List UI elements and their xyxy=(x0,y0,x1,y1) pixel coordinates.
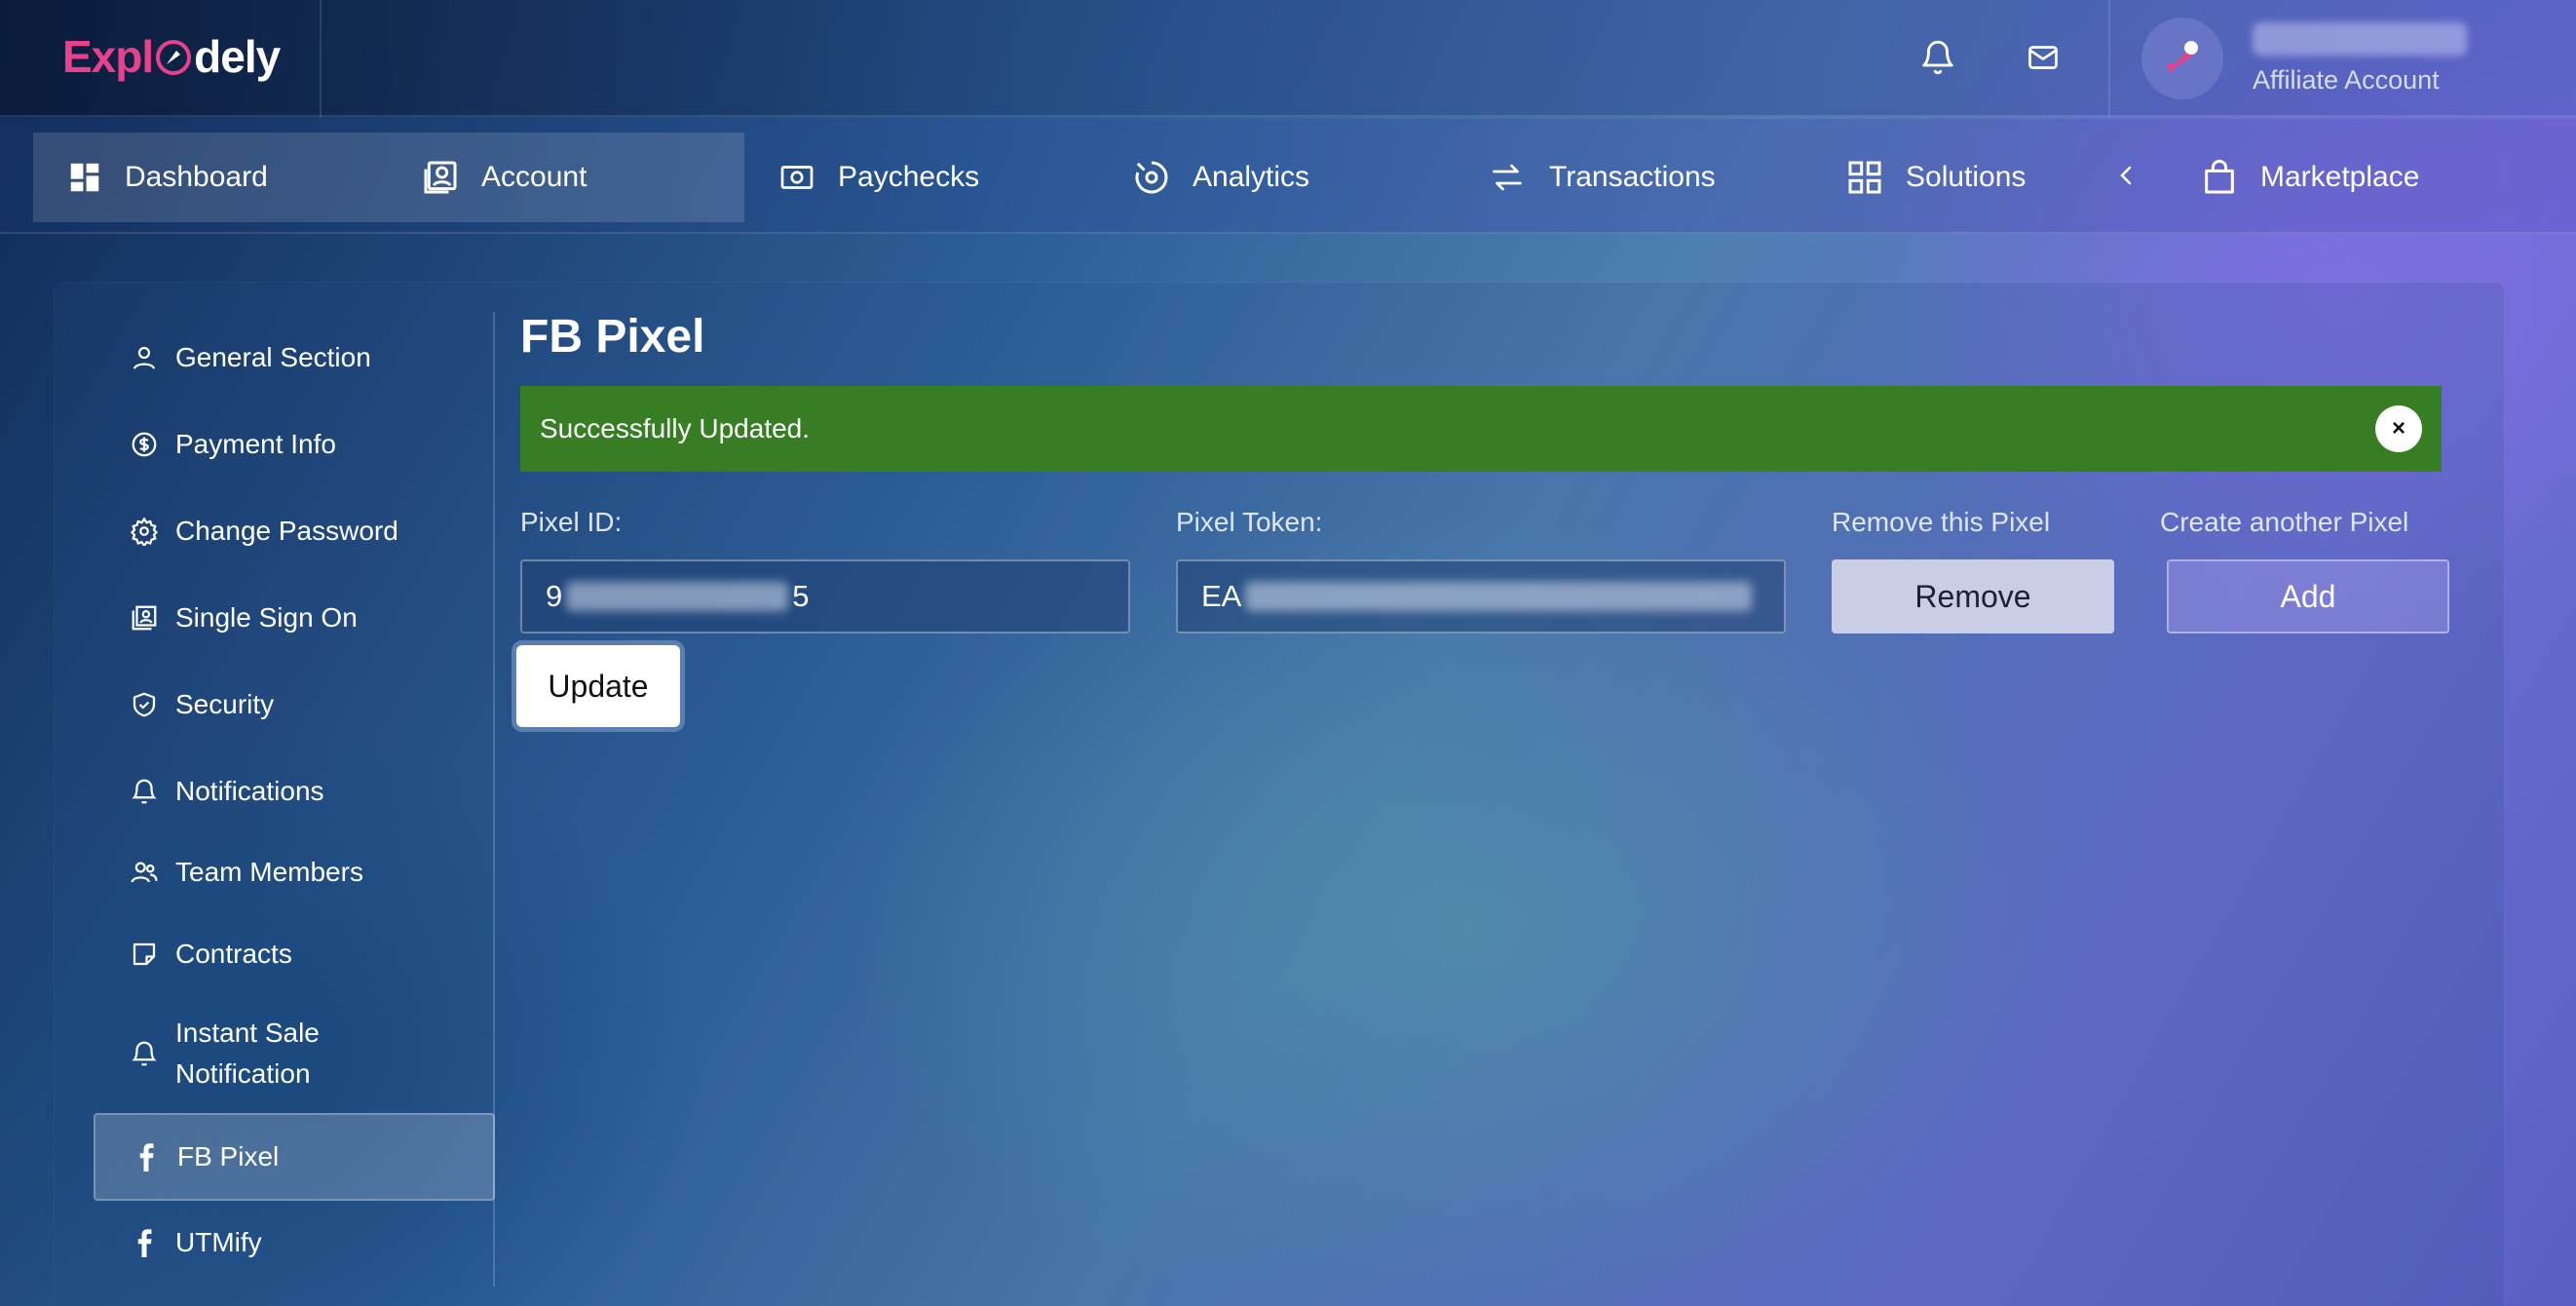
sidebar-item-label: Instant Sale Notification xyxy=(175,1018,320,1089)
add-pixel-label: Create another Pixel xyxy=(2160,507,2409,537)
pixel-id-input[interactable]: 9 5 xyxy=(520,559,1130,634)
account-name-redacted xyxy=(2253,21,2467,56)
avatar xyxy=(2141,18,2223,99)
sidebar-item-label: Team Members xyxy=(175,857,363,887)
sidebar-item-contracts[interactable]: Contracts xyxy=(94,930,495,979)
analytics-icon xyxy=(1135,161,1168,194)
remove-pixel-label: Remove this Pixel xyxy=(1832,507,2051,537)
sidebar-item-general-section[interactable]: General Section xyxy=(94,333,495,382)
pixel-token-input[interactable]: EA xyxy=(1176,559,1786,634)
sidebar-item-label: Notifications xyxy=(175,776,324,806)
pixel-token-label: Pixel Token: xyxy=(1176,507,1323,537)
facebook-icon xyxy=(127,1228,162,1257)
sidebar-item-label: Security xyxy=(175,689,275,719)
page-title: FB Pixel xyxy=(520,311,705,363)
paychecks-icon xyxy=(780,166,814,189)
alert-message: Successfully Updated. xyxy=(540,413,811,443)
logo[interactable]: Expl dely xyxy=(0,0,322,117)
account-icon xyxy=(424,161,457,194)
sidebar-item-label: Contracts xyxy=(175,939,292,969)
user-icon xyxy=(127,343,162,372)
sidebar-item-fb-pixel[interactable]: FB Pixel xyxy=(94,1113,495,1201)
nav-analytics-label: Analytics xyxy=(1193,161,1310,193)
sidebar-item-label: Single Sign On xyxy=(175,602,358,633)
redacted-value xyxy=(566,582,789,611)
nav-account-label: Account xyxy=(481,161,587,193)
note-icon xyxy=(127,940,162,969)
nav-dashboard-label: Dashboard xyxy=(125,161,268,193)
pixel-id-value-end: 5 xyxy=(792,579,810,613)
nav-scroll-left-chevron-icon[interactable] xyxy=(2114,158,2138,198)
account-menu[interactable]: Affiliate Account xyxy=(2108,0,2576,117)
nav-solutions[interactable]: Solutions xyxy=(1845,133,2026,222)
logo-text-part2: dely xyxy=(194,31,281,83)
shield-icon xyxy=(127,690,162,719)
nav-marketplace-label: Marketplace xyxy=(2260,161,2420,193)
dollar-circle-icon xyxy=(127,430,162,459)
remove-button[interactable]: Remove xyxy=(1832,559,2114,634)
sidebar-item-instant-sale-notification[interactable]: Instant Sale Notification xyxy=(94,1012,495,1095)
sidebar-item-notifications[interactable]: Notifications xyxy=(94,767,495,816)
add-button[interactable]: Add xyxy=(2167,559,2449,634)
sidebar-item-label: Change Password xyxy=(175,516,398,546)
update-button[interactable]: Update xyxy=(516,645,680,727)
solutions-icon xyxy=(1848,161,1881,194)
id-card-icon xyxy=(127,603,162,633)
pixel-id-value-start: 9 xyxy=(546,579,563,613)
team-icon xyxy=(127,858,162,887)
bell-icon xyxy=(127,1039,162,1068)
dashboard-icon xyxy=(70,163,99,192)
nav-transactions[interactable]: Transactions xyxy=(1487,133,1716,222)
pixel-token-value-start: EA xyxy=(1201,579,1242,613)
top-header: Expl dely Affiliate Account xyxy=(0,0,2576,117)
nav-solutions-label: Solutions xyxy=(1906,161,2027,193)
nav-analytics[interactable]: Analytics xyxy=(1132,133,1309,222)
sidebar-item-change-password[interactable]: Change Password xyxy=(94,507,495,556)
logo-rocket-icon xyxy=(155,34,192,87)
sidebar-item-security[interactable]: Security xyxy=(94,680,495,729)
gear-icon xyxy=(127,517,162,546)
transactions-icon xyxy=(1493,164,1522,191)
nav-marketplace[interactable]: Marketplace xyxy=(2200,133,2419,222)
facebook-icon xyxy=(129,1142,164,1172)
nav-dashboard[interactable]: Dashboard xyxy=(33,133,370,222)
bell-icon xyxy=(127,777,162,806)
sidebar-item-team-members[interactable]: Team Members xyxy=(94,848,495,897)
logo-text-part1: Expl xyxy=(62,31,154,83)
nav-paychecks-label: Paychecks xyxy=(838,161,980,193)
sidebar-item-label: Payment Info xyxy=(175,429,336,459)
sidebar-item-label: General Section xyxy=(175,342,371,372)
account-type: Affiliate Account xyxy=(2253,64,2440,95)
pixel-id-label: Pixel ID: xyxy=(520,507,623,537)
redacted-value xyxy=(1245,582,1753,611)
sidebar-item-payment-info[interactable]: Payment Info xyxy=(94,420,495,469)
sidebar-item-label: FB Pixel xyxy=(177,1141,280,1172)
marketplace-icon xyxy=(2205,159,2234,194)
rocket-icon xyxy=(2167,41,2198,74)
nav-transactions-label: Transactions xyxy=(1549,161,1716,193)
sidebar-item-single-sign-on[interactable]: Single Sign On xyxy=(94,594,495,642)
nav-account[interactable]: Account xyxy=(370,133,744,222)
main-nav: Dashboard Account Paychecks Analytics Tr… xyxy=(0,119,2576,234)
sidebar-item-utmify[interactable]: UTMify xyxy=(94,1218,495,1267)
mail-icon[interactable] xyxy=(2015,29,2071,86)
sidebar-item-label: UTMify xyxy=(175,1227,262,1257)
notifications-bell-icon[interactable] xyxy=(1910,29,1966,86)
close-icon[interactable]: × xyxy=(2375,405,2422,452)
success-alert: Successfully Updated. × xyxy=(520,386,2442,472)
nav-paychecks[interactable]: Paychecks xyxy=(777,133,979,222)
